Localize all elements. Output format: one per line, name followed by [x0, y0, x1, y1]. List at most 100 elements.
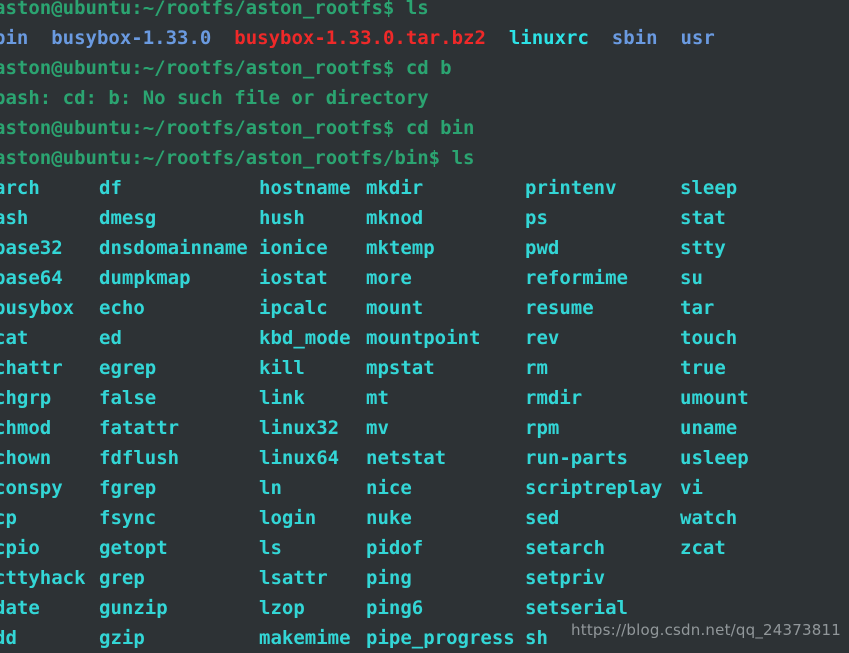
ls-bin-entry: rm	[525, 357, 548, 379]
ls-bin-entry: chattr	[0, 357, 63, 379]
ls-bin-entry: sleep	[680, 177, 738, 199]
ls-bin-entry: mknod	[366, 207, 424, 229]
ls-bin-entry: chmod	[0, 417, 52, 439]
ls-bin-entry: kill	[259, 357, 305, 379]
ls-bin-column: df dmesg dnsdomainname dumpkmap echo ed egrep f…	[99, 173, 248, 653]
ls-bin-entry: gunzip	[99, 597, 168, 619]
ls-bin-entry: linux64	[259, 447, 340, 469]
ls-bin-entry: link	[259, 387, 305, 409]
shell-prompt: aston@ubuntu:~/rootfs/aston_rootfs$	[0, 57, 406, 79]
ls-bin-entry: mktemp	[366, 237, 435, 259]
ls-bin-entry: rev	[525, 327, 560, 349]
ls-bin-entry: lsattr	[259, 567, 328, 589]
ls-entry-gap	[486, 27, 509, 49]
ls-bin-entry: false	[99, 387, 157, 409]
ls-bin-entry: ping6	[366, 597, 424, 619]
ls-entry-gap	[658, 27, 681, 49]
ls-bin-entry: makemime	[259, 627, 351, 649]
ls-bin-entry: kbd_mode	[259, 327, 351, 349]
shell-prompt: aston@ubuntu:~/rootfs/aston_rootfs$	[0, 0, 406, 19]
ls-bin-entry: conspy	[0, 477, 63, 499]
ls-bin-entry: stty	[680, 237, 726, 259]
ls-bin-entry: setarch	[525, 537, 606, 559]
ls-bin-entry: umount	[680, 387, 749, 409]
ls-entry-link: linuxrc	[508, 27, 589, 49]
ls-entry-dir: bin	[0, 27, 29, 49]
ls-bin-entry: ln	[259, 477, 282, 499]
ls-bin-entry: date	[0, 597, 40, 619]
ls-bin-entry: iostat	[259, 267, 328, 289]
shell-command: cd b	[405, 57, 452, 79]
ls-entry-gap	[28, 27, 51, 49]
ls-bin-entry: uname	[680, 417, 738, 439]
ls-bin-entry: rpm	[525, 417, 560, 439]
ls-bin-entry: tar	[680, 297, 715, 319]
ls-entry-gap	[589, 27, 612, 49]
ls-bin-entry: nuke	[366, 507, 412, 529]
ls-bin-entry: cp	[0, 507, 17, 529]
ls-bin-column: hostname hush ionice iostat ipcalc kbd_mode ki…	[259, 173, 351, 653]
ls-bin-entry: mt	[366, 387, 389, 409]
ls-bin-entry: hush	[259, 207, 305, 229]
ls-root-output-line: bin busybox-1.33.0 busybox-1.33.0.tar.bz…	[0, 23, 849, 53]
terminal-scroll-area: aston@ubuntu:~/rootfs/aston_rootfs$ ls b…	[0, 0, 849, 653]
ls-bin-entry: usleep	[680, 447, 749, 469]
terminal-line-error: bash: cd: b: No such file or directory	[0, 83, 849, 113]
ls-bin-entry: pwd	[525, 237, 560, 259]
ls-bin-entry: echo	[99, 297, 145, 319]
ls-entry-dir: sbin	[611, 27, 658, 49]
ls-bin-entry: cpio	[0, 537, 40, 559]
ls-bin-entry: ipcalc	[259, 297, 328, 319]
ls-bin-entry: ps	[525, 207, 548, 229]
watermark-text: https://blog.csdn.net/qq_24373811	[571, 621, 841, 639]
ls-bin-entry: more	[366, 267, 412, 289]
ls-bin-entry: resume	[525, 297, 594, 319]
ls-bin-entry: arch	[0, 177, 40, 199]
ls-bin-entry: printenv	[525, 177, 617, 199]
ls-bin-entry: netstat	[366, 447, 447, 469]
ls-bin-entry: df	[99, 177, 122, 199]
ls-bin-column: printenv ps pwd reformime resume rev rm rmdir rp…	[525, 173, 662, 653]
ls-bin-entry: nice	[366, 477, 412, 499]
ls-bin-entry: chown	[0, 447, 52, 469]
shell-command: cd bin	[405, 117, 475, 139]
ls-bin-column: arch ash base32 base64 busybox cat chattr chgrp…	[0, 173, 86, 653]
ls-bin-entry: hostname	[259, 177, 351, 199]
ls-bin-entry: ed	[99, 327, 122, 349]
ls-bin-entry: mv	[366, 417, 389, 439]
ls-bin-entry: cat	[0, 327, 29, 349]
ls-bin-entry: vi	[680, 477, 703, 499]
ls-bin-entry: login	[259, 507, 317, 529]
ls-bin-entry: reformime	[525, 267, 628, 289]
ls-bin-entry: dd	[0, 627, 17, 649]
terminal-line-prompt-ls: aston@ubuntu:~/rootfs/aston_rootfs$ ls	[0, 0, 849, 23]
ls-bin-entry: rmdir	[525, 387, 583, 409]
ls-bin-entry: dmesg	[99, 207, 157, 229]
shell-prompt: aston@ubuntu:~/rootfs/aston_rootfs/bin$	[0, 147, 452, 169]
ls-bin-entry: pipe_progress	[366, 627, 515, 649]
shell-error-message: bash: cd: b: No such file or directory	[0, 87, 429, 109]
ls-bin-entry: base64	[0, 267, 63, 289]
ls-entry-archive: busybox-1.33.0.tar.bz2	[234, 27, 486, 49]
terminal-window[interactable]: aston@ubuntu:~/rootfs/aston_rootfs$ ls b…	[0, 0, 849, 653]
ls-bin-entry: gzip	[99, 627, 145, 649]
ls-bin-entry: fatattr	[99, 417, 180, 439]
ls-bin-entry: mpstat	[366, 357, 435, 379]
ls-entry-dir: busybox-1.33.0	[51, 27, 212, 49]
ls-bin-column: sleep stat stty su tar touch true umount uname us…	[680, 173, 749, 563]
ls-bin-column: mkdir mknod mktemp more mount mountpoint mpsta…	[366, 173, 515, 653]
ls-bin-entry: linux32	[259, 417, 340, 439]
ls-bin-entry: sed	[525, 507, 560, 529]
ls-bin-entry: fsync	[99, 507, 157, 529]
ls-bin-entry: touch	[680, 327, 738, 349]
ls-bin-entry: ls	[259, 537, 282, 559]
ls-bin-entry: cttyhack	[0, 567, 86, 589]
terminal-line-prompt-bin-ls: aston@ubuntu:~/rootfs/aston_rootfs/bin$ …	[0, 143, 849, 173]
ls-bin-entry: setpriv	[525, 567, 606, 589]
ls-bin-entry: scriptreplay	[525, 477, 663, 499]
ls-bin-entry: mount	[366, 297, 424, 319]
terminal-line-prompt-cd-b: aston@ubuntu:~/rootfs/aston_rootfs$ cd b	[0, 53, 849, 83]
ls-bin-entry: busybox	[0, 297, 75, 319]
ls-bin-entry: run-parts	[525, 447, 628, 469]
ls-bin-entry: ash	[0, 207, 29, 229]
